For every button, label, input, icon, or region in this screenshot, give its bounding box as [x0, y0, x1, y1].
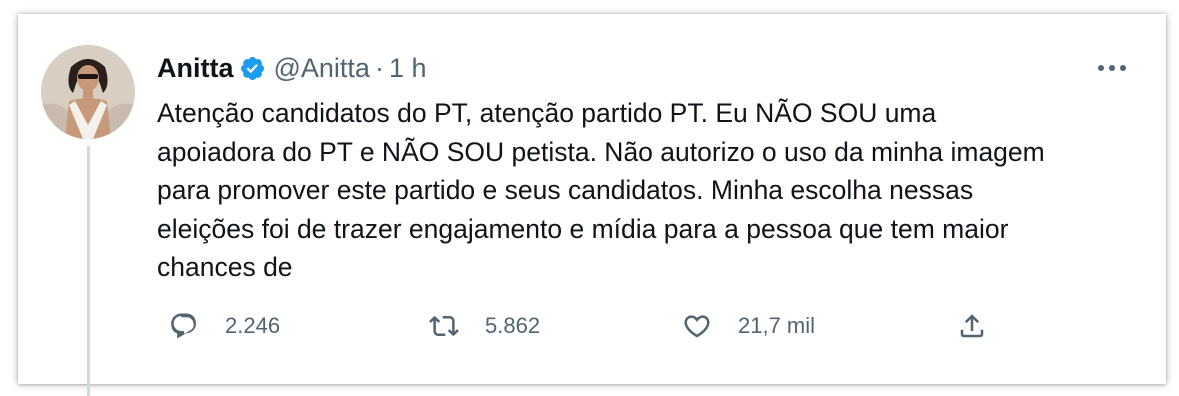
- tweet-text-line: para promover este partido e seus candid…: [157, 175, 974, 205]
- tweet-header: Anitta @Anitta · 1 h: [157, 48, 427, 88]
- retweet-button[interactable]: 5.862: [429, 304, 540, 348]
- header-separator: ·: [374, 52, 384, 83]
- tweet-timestamp[interactable]: 1 h: [389, 53, 427, 84]
- reply-icon: [171, 313, 197, 339]
- more-options-icon[interactable]: [1094, 52, 1130, 84]
- like-button[interactable]: 21,7 mil: [682, 304, 815, 348]
- retweet-icon: [429, 315, 459, 337]
- share-icon: [960, 314, 984, 338]
- tweet-text-line: Atenção candidatos do PT, atenção partid…: [157, 98, 937, 128]
- author-name[interactable]: Anitta: [157, 53, 234, 84]
- heart-icon: [684, 315, 710, 338]
- thread-line: [87, 146, 90, 396]
- avatar[interactable]: [41, 45, 135, 139]
- tweet-text-line: apoiadora do PT e NÃO SOU petista. Não a…: [157, 136, 1045, 167]
- avatar-photo: [41, 45, 135, 139]
- author-handle[interactable]: @Anitta: [274, 53, 370, 84]
- retweet-count: 5.862: [485, 313, 541, 338]
- verified-badge-icon: [240, 56, 264, 80]
- more-dots: [1098, 65, 1126, 71]
- tweet-text-line: eleições foi de trazer engajamento e míd…: [157, 213, 1009, 244]
- tweet-text-line: chances de: [157, 252, 293, 282]
- tweet-card: Anitta @Anitta · 1 h Atenção candidatos …: [18, 14, 1166, 396]
- reply-button[interactable]: 2.246: [169, 304, 280, 348]
- tweet-actions: 2.246 5.862 21,7 mil: [157, 304, 1137, 348]
- tweet-text: Atenção candidatos do PT, atenção partid…: [157, 94, 1147, 287]
- like-count: 21,7 mil: [738, 313, 816, 338]
- reply-count: 2.246: [225, 313, 281, 338]
- share-button[interactable]: [957, 304, 987, 348]
